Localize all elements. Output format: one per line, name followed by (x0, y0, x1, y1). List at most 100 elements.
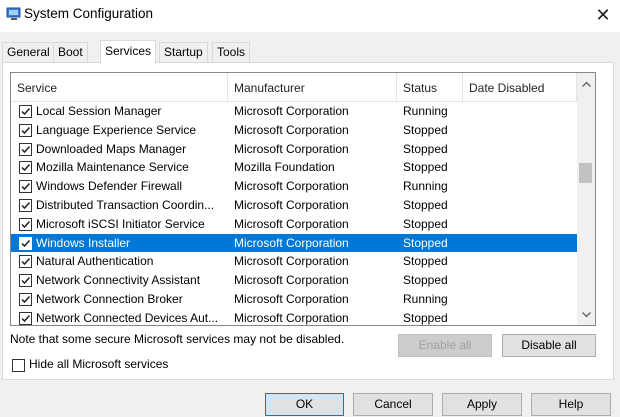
checkmark-icon (21, 126, 31, 134)
checkmark-icon (21, 220, 31, 228)
service-checkbox[interactable] (19, 142, 32, 156)
checkmark-icon (21, 107, 31, 116)
service-date-disabled (470, 234, 575, 253)
list-header: Service Manufacturer Status Date Disable… (11, 73, 577, 102)
service-date-disabled (470, 290, 575, 309)
checkmark-icon (21, 239, 31, 247)
table-row[interactable]: Windows Defender Firewall Microsoft Corpo… (11, 177, 577, 196)
service-status: Stopped (403, 254, 448, 269)
enable-all-button[interactable]: Enable all (398, 334, 492, 357)
service-date-disabled (470, 140, 575, 159)
service-name: Mozilla Maintenance Service (36, 160, 189, 175)
tab-startup[interactable]: Startup (159, 42, 208, 62)
service-checkbox[interactable] (19, 292, 32, 306)
service-manufacturer: Mozilla Foundation (234, 160, 335, 175)
service-checkbox[interactable] (19, 198, 32, 212)
chevron-down-icon[interactable] (577, 306, 595, 323)
service-checkbox[interactable] (19, 180, 32, 194)
window-title: System Configuration (24, 6, 154, 21)
service-checkbox[interactable] (19, 105, 32, 118)
cancel-button[interactable]: Cancel (353, 393, 433, 416)
service-name: Network Connection Broker (36, 291, 183, 306)
service-name: Network Connectivity Assistant (36, 273, 201, 288)
service-name: Distributed Transaction Coordin... (36, 197, 215, 212)
service-manufacturer: Microsoft Corporation (234, 216, 349, 231)
service-checkbox[interactable] (19, 274, 32, 288)
vertical-scrollbar[interactable] (577, 73, 595, 325)
service-manufacturer: Microsoft Corporation (234, 310, 349, 325)
tab-services[interactable]: Services (100, 40, 157, 64)
service-date-disabled (470, 121, 575, 140)
system-configuration-window: System Configuration ✕ General Boot Serv… (0, 0, 620, 417)
table-row[interactable]: Mozilla Maintenance Service Mozilla Found… (11, 158, 577, 177)
checkmark-icon (21, 277, 31, 285)
service-name: Network Connected Devices Aut... (36, 310, 219, 325)
service-date-disabled (470, 309, 575, 325)
header-date-disabled[interactable]: Date Disabled (463, 73, 577, 101)
services-list: Service Manufacturer Status Date Disable… (10, 72, 596, 326)
checkmark-icon (21, 258, 31, 266)
checkmark-icon (21, 164, 31, 172)
service-manufacturer: Microsoft Corporation (234, 273, 349, 288)
chevron-up-icon[interactable] (577, 75, 595, 92)
service-manufacturer: Microsoft Corporation (234, 141, 349, 156)
secure-services-note: Note that some secure Microsoft services… (10, 332, 345, 346)
service-checkbox[interactable] (19, 217, 32, 231)
service-manufacturer: Microsoft Corporation (234, 254, 349, 269)
table-row[interactable]: Network Connectivity Assistant Microsoft … (11, 271, 577, 290)
service-status: Stopped (403, 310, 448, 325)
service-checkbox[interactable] (19, 123, 32, 137)
tab-general[interactable]: General (2, 42, 55, 62)
table-row[interactable]: Network Connected Devices Aut... Microsof… (11, 309, 577, 325)
disable-all-button[interactable]: Disable all (502, 334, 596, 357)
service-manufacturer: Microsoft Corporation (234, 122, 349, 137)
service-manufacturer: Microsoft Corporation (234, 235, 349, 250)
service-status: Stopped (403, 122, 448, 137)
service-date-disabled (470, 252, 575, 271)
table-row[interactable]: Windows Installer Microsoft Corporation St… (11, 233, 577, 253)
table-row[interactable]: Network Connection Broker Microsoft Corpo… (11, 290, 577, 309)
service-checkbox[interactable] (19, 255, 32, 269)
list-rows: Local Session Manager Microsoft Corporati… (11, 102, 577, 325)
help-button[interactable]: Help (531, 393, 611, 416)
service-date-disabled (470, 196, 575, 215)
table-row[interactable]: Distributed Transaction Coordin... Micros… (11, 196, 577, 215)
service-date-disabled (470, 102, 575, 121)
service-status: Running (403, 104, 448, 118)
ok-button[interactable]: OK (265, 393, 344, 416)
service-date-disabled (470, 177, 575, 196)
service-status: Stopped (403, 160, 448, 175)
header-status[interactable]: Status (397, 73, 463, 101)
service-status: Running (403, 291, 448, 306)
service-checkbox[interactable] (19, 236, 32, 250)
header-service[interactable]: Service (11, 73, 228, 101)
tab-tools[interactable]: Tools (212, 42, 251, 62)
service-checkbox[interactable] (19, 161, 32, 175)
checkmark-icon (21, 183, 31, 191)
table-row[interactable]: Language Experience Service Microsoft Cor… (11, 121, 577, 140)
close-button[interactable]: ✕ (586, 0, 620, 30)
table-row[interactable]: Local Session Manager Microsoft Corporati… (11, 102, 577, 121)
checkmark-icon (21, 201, 31, 210)
service-status: Running (403, 179, 448, 194)
apply-button[interactable]: Apply (442, 393, 522, 416)
tab-strip: General Boot Services Startup Tools (0, 40, 620, 64)
scrollbar-thumb[interactable] (579, 163, 592, 183)
table-row[interactable]: Microsoft iSCSI Initiator Service Microso… (11, 215, 577, 234)
tab-boot[interactable]: Boot (53, 42, 88, 62)
service-date-disabled (470, 271, 575, 290)
service-name: Local Session Manager (36, 104, 162, 118)
service-name: Microsoft iSCSI Initiator Service (36, 216, 205, 231)
service-date-disabled (470, 158, 575, 177)
service-status: Stopped (403, 141, 448, 156)
service-checkbox[interactable] (19, 311, 32, 325)
service-status: Stopped (403, 216, 448, 231)
service-name: Language Experience Service (36, 122, 197, 137)
system-config-icon (6, 7, 22, 21)
hide-microsoft-services-label: Hide all Microsoft services (29, 357, 169, 371)
table-row[interactable]: Downloaded Maps Manager Microsoft Corpora… (11, 140, 577, 159)
checkmark-icon (21, 314, 31, 322)
hide-microsoft-services-checkbox[interactable] (12, 359, 25, 372)
table-row[interactable]: Natural Authentication Microsoft Corporat… (11, 252, 577, 271)
header-manufacturer[interactable]: Manufacturer (228, 73, 397, 101)
